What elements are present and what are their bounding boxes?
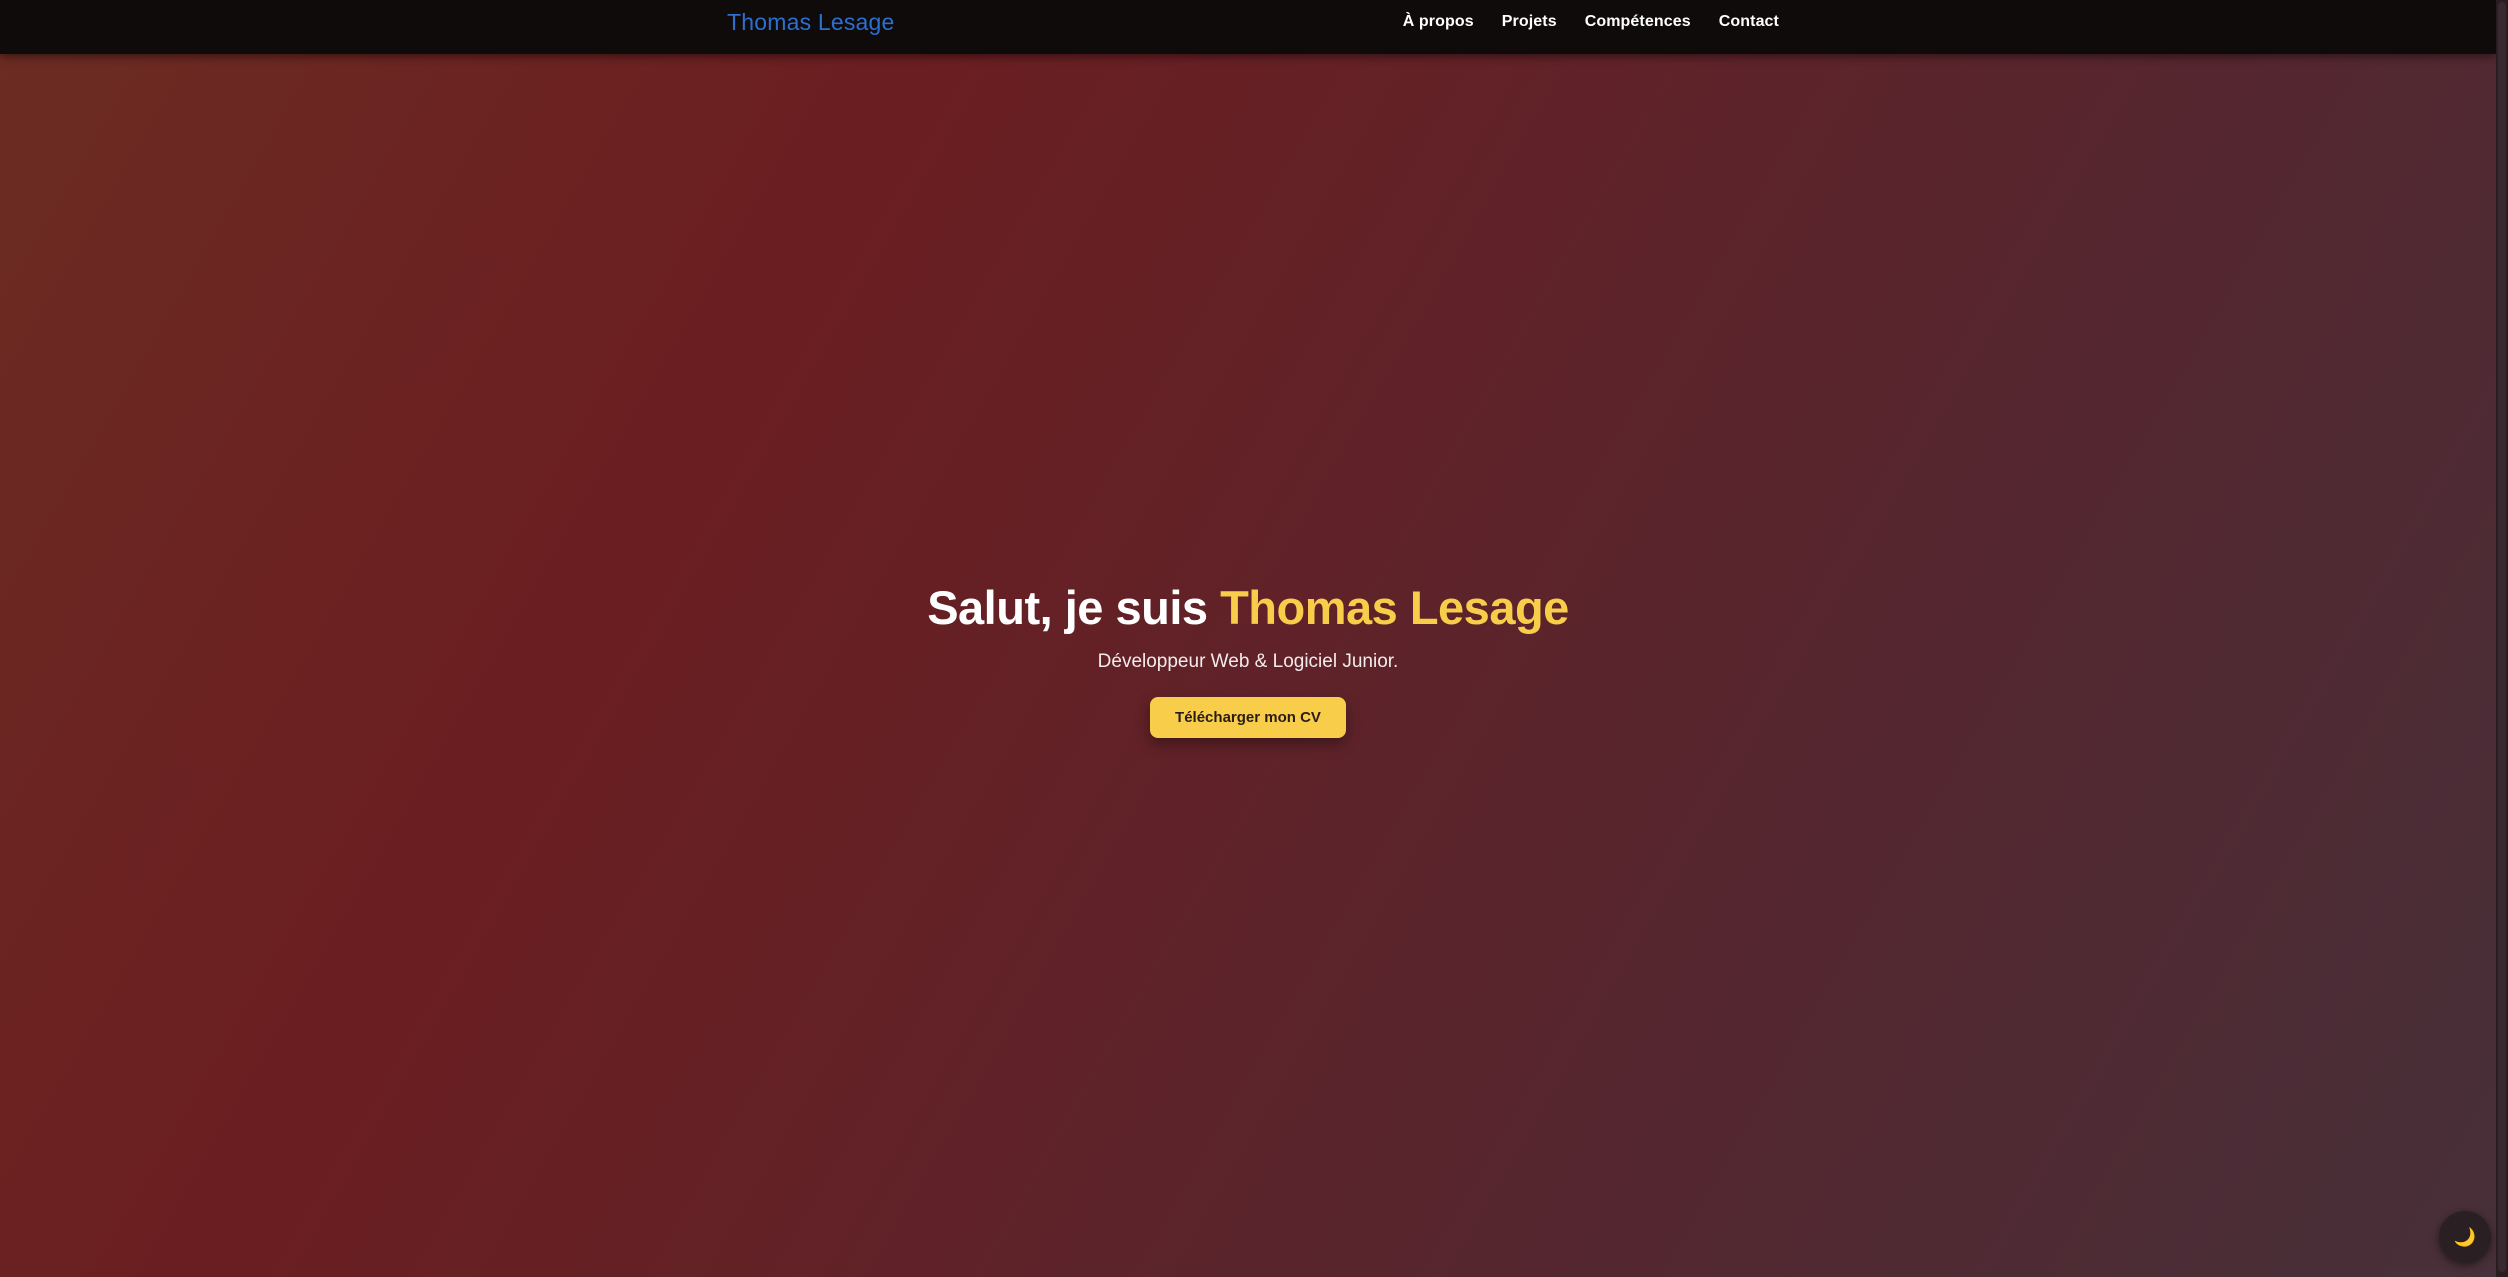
brand-logo-link[interactable]: Thomas Lesage	[727, 9, 895, 36]
hero-subtitle: Développeur Web & Logiciel Junior.	[1097, 651, 1399, 672]
hero-title: Salut, je suis Thomas Lesage	[0, 580, 2496, 635]
nav-link-a-propos[interactable]: À propos	[1403, 13, 1474, 31]
nav-links: À propos Projets Compétences Contact	[1403, 13, 1779, 31]
scrollbar-thumb[interactable]	[2498, 2, 2506, 1272]
nav-link-projets[interactable]: Projets	[1502, 13, 1557, 31]
download-cv-button[interactable]: Télécharger mon CV	[1150, 697, 1346, 738]
nav-link-contact[interactable]: Contact	[1719, 13, 1779, 31]
top-navbar: Thomas Lesage À propos Projets Compétenc…	[0, 0, 2496, 54]
page-scrollbar[interactable]	[2496, 0, 2508, 1277]
hero-name: Thomas Lesage	[1220, 581, 1569, 634]
nav-link-competences[interactable]: Compétences	[1585, 13, 1691, 31]
moon-icon: 🌙	[2453, 1227, 2477, 1247]
theme-toggle-button[interactable]: 🌙	[2439, 1211, 2491, 1263]
hero-greeting: Salut, je suis	[927, 581, 1221, 634]
hero-section: Salut, je suis Thomas Lesage Développeur…	[0, 580, 2496, 738]
